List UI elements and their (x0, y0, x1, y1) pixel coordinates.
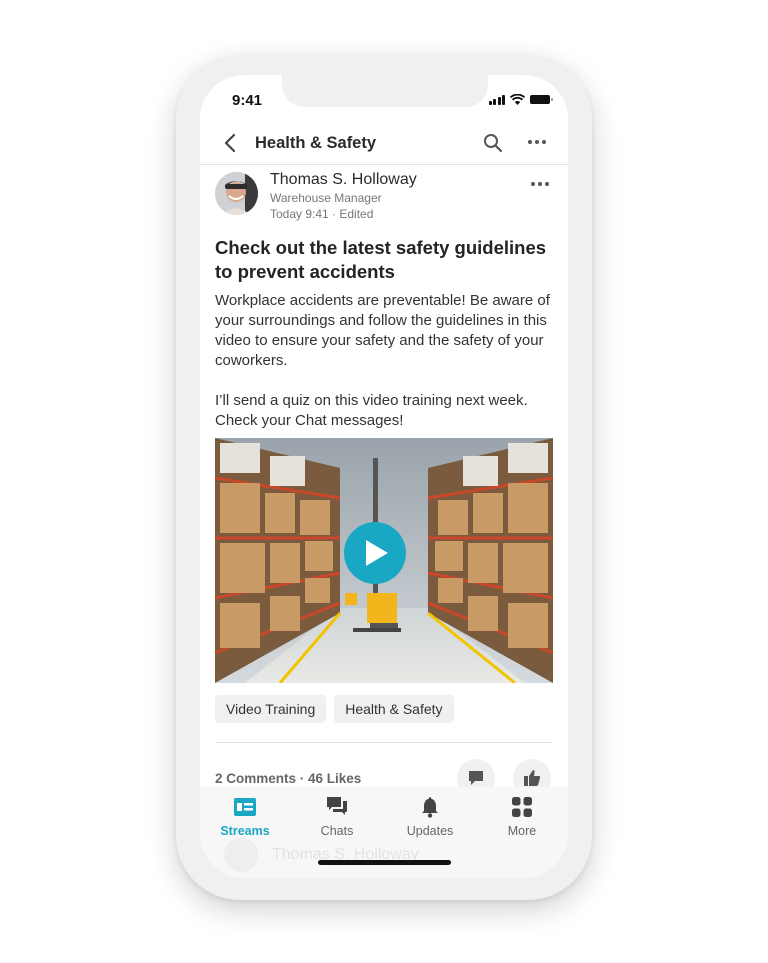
thumbs-up-icon (524, 770, 541, 786)
streams-icon (234, 798, 256, 816)
bell-icon (422, 797, 438, 818)
post-title: Check out the latest safety guidelines t… (215, 237, 547, 282)
nav-bar: Health & Safety (200, 123, 568, 165)
signal-icon (488, 94, 505, 105)
battery-icon (530, 95, 553, 104)
chats-icon (327, 797, 347, 815)
avatar[interactable] (215, 172, 258, 215)
video-thumbnail[interactable] (215, 438, 553, 683)
page-title: Health & Safety (255, 134, 377, 152)
author-role: Warehouse Manager (270, 191, 382, 205)
post-paragraph: Workplace accidents are preventable! Be … (215, 292, 550, 369)
post-timestamp: Today 9:41 · Edited (270, 207, 374, 221)
divider (215, 742, 552, 743)
ghost-list-item: Thomas S. Holloway (224, 838, 419, 872)
status-icons (488, 94, 553, 105)
home-indicator[interactable] (318, 860, 451, 865)
post-header: Thomas S. Holloway Warehouse Manager Tod… (215, 171, 555, 222)
more-horizontal-icon[interactable] (528, 140, 546, 144)
phone-screen: 9:41 Health & Safety Thomas S. Holloway … (200, 75, 568, 878)
tab-streams[interactable]: Streams (205, 795, 285, 838)
tag-chip[interactable]: Video Training (215, 695, 327, 723)
tab-label: More (507, 824, 537, 838)
post-paragraph: I’ll send a quiz on this video training … (215, 392, 528, 429)
status-time: 9:41 (232, 92, 263, 109)
play-button[interactable] (344, 522, 406, 584)
wifi-icon (510, 94, 525, 105)
tag-chip[interactable]: Health & Safety (334, 695, 454, 723)
post-stats[interactable]: 2 Comments · 46 Likes (215, 771, 361, 786)
tab-label: Updates (406, 824, 454, 838)
tab-label: Streams (220, 824, 270, 838)
back-chevron-icon[interactable] (220, 132, 242, 154)
post-body: Workplace accidents are preventable! Be … (215, 291, 560, 431)
tab-label: Chats (320, 824, 354, 838)
comment-icon (469, 771, 483, 785)
author-name[interactable]: Thomas S. Holloway (270, 171, 417, 189)
search-icon[interactable] (482, 132, 504, 154)
tab-chats[interactable]: Chats (297, 795, 377, 838)
post-more-icon[interactable] (531, 182, 549, 186)
tab-updates[interactable]: Updates (390, 795, 470, 838)
notch (282, 75, 488, 107)
grid-icon (512, 797, 532, 817)
tag-list: Video Training Health & Safety (215, 695, 454, 723)
tab-more[interactable]: More (482, 795, 562, 838)
play-icon (366, 540, 388, 566)
